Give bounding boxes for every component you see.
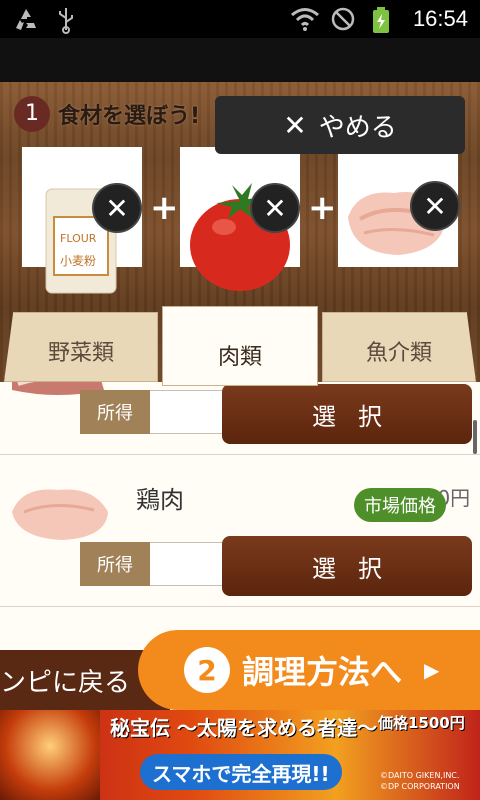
step-number: 1 [14,96,50,132]
cancel-button-label: やめる [318,112,397,143]
chicken-thumbnail [12,489,108,540]
ingredient-card-flour[interactable]: FLOUR 小麦粉 ✕ [22,147,142,294]
clock: 16:54 [412,6,468,31]
cancel-button[interactable]: ✕ やめる [215,96,465,154]
ingredient-card-chicken[interactable]: ✕ [338,147,460,267]
tab-meat[interactable]: 肉類 [162,306,318,386]
ad-copyright: ©DAITO GIKEN,INC. ©DP CORPORATION [380,771,460,791]
ad-subtitle: スマホで完全再現!! [140,754,342,790]
ad-price: 価格1500円 [378,714,465,732]
remove-ingredient-button[interactable]: ✕ [92,183,142,233]
tab-seafood[interactable]: 魚介類 [322,312,476,382]
no-signal-icon [331,7,355,31]
remove-ingredient-button[interactable]: ✕ [410,181,460,231]
play-arrow-icon: ▶ [424,658,440,682]
row-divider [0,606,480,607]
tab-label: 肉類 [217,345,262,370]
usb-icon [59,8,73,34]
row-divider [0,454,480,455]
ingredient-card-tomato[interactable]: ✕ [180,147,300,291]
plus-icon: + [150,188,179,228]
market-price-badge: 市場価格 [354,488,446,522]
ad-title: 秘宝伝 〜太陽を求める者達〜 [110,716,377,740]
select-button[interactable]: 選択 [222,536,472,596]
step-label: 食材を選ぼう! [58,104,201,129]
owned-label: 所得 [80,542,150,586]
owned-quantity-field[interactable] [150,390,230,434]
plus-icon: + [308,188,337,228]
item-name: 鶏肉 [136,486,184,514]
ad-banner[interactable]: 秘宝伝 〜太陽を求める者達〜 価格1500円 スマホで完全再現!! ©DAITO… [0,710,480,800]
status-bar: 16:54 [0,0,480,38]
flour-name: 小麦粉 [60,254,96,268]
ad-mascot-image [0,710,100,800]
battery-charging-icon [373,7,389,33]
step-number: 2 [184,647,230,693]
scrollbar[interactable] [473,420,477,454]
tab-label: 野菜類 [47,341,114,366]
next-step-label: 調理方法へ [242,653,403,691]
next-step-button[interactable]: 2 調理方法へ ▶ [138,630,480,710]
tab-vegetables[interactable]: 野菜類 [4,312,158,382]
flour-label: FLOUR [60,232,97,245]
remove-ingredient-button[interactable]: ✕ [250,183,300,233]
select-button[interactable]: 選択 [222,384,472,444]
tab-label: 魚介類 [365,341,432,366]
ingredient-list[interactable]: 所得 選択 鶏肉 500円 市場価格 所得 選択 [0,382,480,630]
recycle-icon [16,9,36,30]
app-header-band [0,38,480,82]
owned-quantity-field[interactable] [150,542,230,586]
close-icon: ✕ [283,108,307,142]
owned-label: 所得 [80,390,150,434]
wifi-icon [291,8,319,31]
back-button-label: ンピに戻る [0,667,131,698]
